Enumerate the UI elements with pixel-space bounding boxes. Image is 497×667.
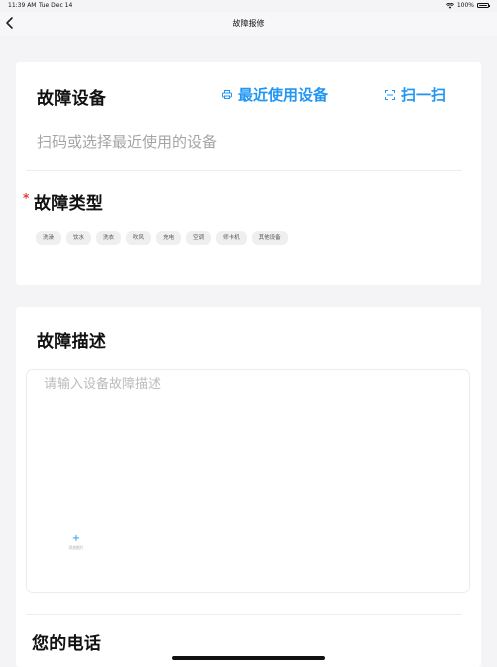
chip-shower[interactable]: 洗澡 [36,231,62,245]
chip-card-reader[interactable]: 师卡机 [216,231,247,245]
status-time: 11:39 AM [8,2,37,9]
nav-bar: 故障报修 [0,12,497,36]
device-card: 故障设备 最近使用设备 扫一扫 扫码或选择最近使用的设备 * 故障类型 洗澡 饮… [16,62,481,285]
recent-devices-label: 最近使用设备 [238,86,329,104]
description-textarea[interactable]: 请输入设备故障描述 + 添加图片 [26,369,470,593]
chip-hair-dryer[interactable]: 吹风 [126,231,152,245]
battery-icon [477,3,490,8]
scan-button[interactable]: 扫一扫 [385,84,446,105]
divider [26,614,462,615]
add-image-button[interactable]: + 添加图片 [64,530,88,554]
chip-charging[interactable]: 充电 [156,231,182,245]
required-mark: * [23,191,30,205]
status-bar: 11:39 AM Tue Dec 14 100% [0,0,497,12]
status-date: Tue Dec 14 [39,2,73,9]
divider [26,170,462,171]
printer-icon [222,90,232,99]
wifi-icon [445,2,454,9]
description-section-title: 故障描述 [37,332,107,352]
chip-air-conditioner[interactable]: 空调 [186,231,212,245]
phone-section-title: 您的电话 [32,634,102,654]
scan-label: 扫一扫 [401,86,447,104]
chip-laundry[interactable]: 洗衣 [96,231,122,245]
battery-percent: 100% [456,2,474,9]
plus-icon: + [71,532,81,544]
add-image-label: 添加图片 [68,544,84,550]
nav-title: 故障报修 [232,19,265,28]
chip-other-device[interactable]: 其他设备 [251,231,288,245]
description-card: 故障描述 请输入设备故障描述 + 添加图片 您的电话 [16,307,481,667]
recent-devices-button[interactable]: 最近使用设备 [222,84,328,105]
fault-type-section-title: 故障类型 [34,194,104,214]
status-right: 100% [445,2,490,9]
device-select-field[interactable]: 扫码或选择最近使用的设备 [37,131,217,152]
fault-type-chips: 洗澡 饮水 洗衣 吹风 充电 空调 师卡机 其他设备 [36,231,288,245]
scan-icon [385,89,395,100]
device-section-title: 故障设备 [37,89,107,109]
description-placeholder: 请输入设备故障描述 [44,377,162,392]
chip-drinking-water[interactable]: 饮水 [66,231,92,245]
home-indicator [172,656,325,660]
